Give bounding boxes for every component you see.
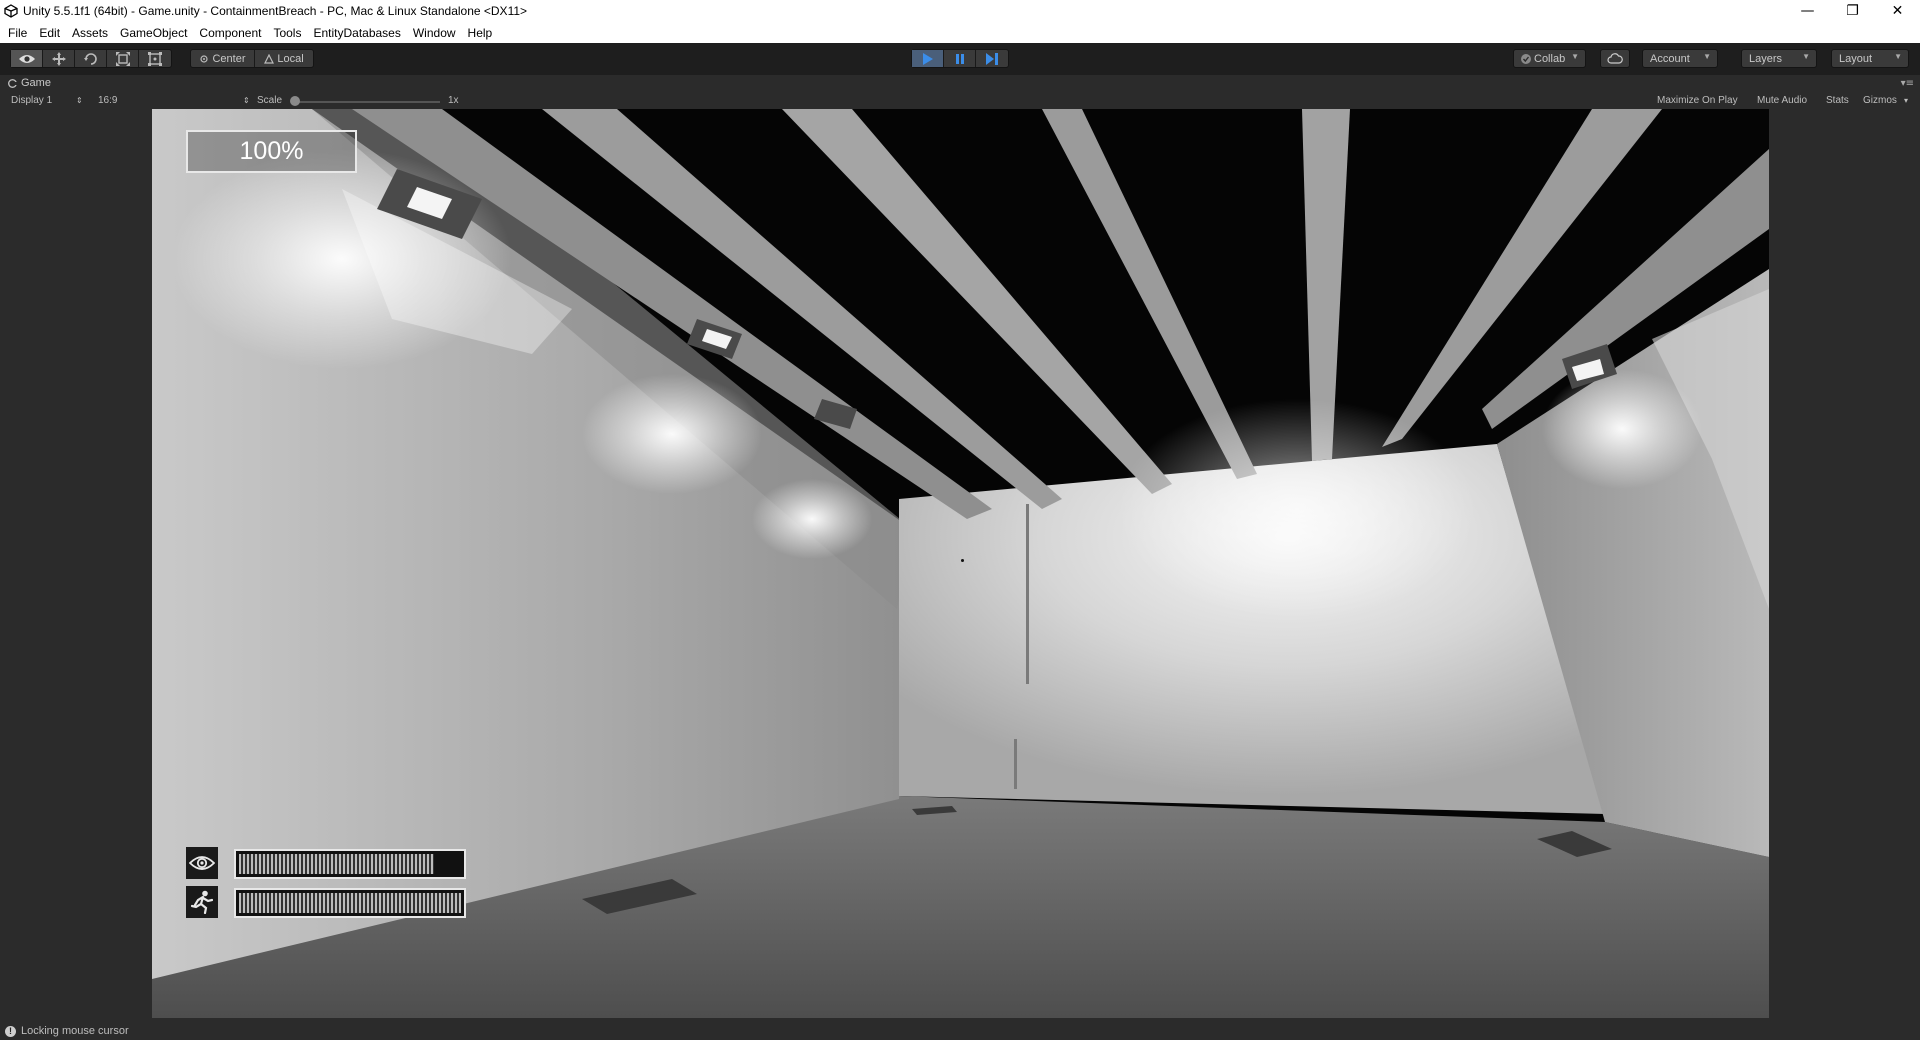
- close-button[interactable]: ✕: [1875, 0, 1920, 22]
- tab-game[interactable]: Game: [8, 77, 51, 89]
- maximize-on-play-toggle[interactable]: Maximize On Play: [1657, 95, 1738, 106]
- blink-meter: [186, 847, 466, 879]
- menu-window[interactable]: Window: [408, 26, 463, 40]
- menu-tools[interactable]: Tools: [268, 26, 308, 40]
- pause-button[interactable]: [944, 50, 976, 67]
- pivot-local-icon: [264, 53, 275, 64]
- cloud-button[interactable]: [1600, 49, 1630, 68]
- menu-help[interactable]: Help: [463, 26, 500, 40]
- scale-slider-handle[interactable]: [290, 96, 300, 106]
- restore-button[interactable]: ❐: [1830, 0, 1875, 22]
- aspect-dropdown[interactable]: 16:9: [98, 95, 117, 106]
- display-dropdown-arrow-icon: ⇕: [76, 96, 83, 105]
- transform-tools: [10, 49, 172, 68]
- status-bar: ! Locking mouse cursor: [0, 1022, 1920, 1040]
- crosshair: [961, 559, 964, 562]
- stats-toggle[interactable]: Stats: [1826, 95, 1849, 106]
- step-button[interactable]: [976, 50, 1008, 67]
- scale-label: Scale: [257, 95, 283, 106]
- blink-meter-bar: [234, 849, 466, 879]
- eye-icon: [18, 54, 35, 63]
- layers-label: Layers: [1749, 52, 1783, 65]
- chevron-down-icon: ▼: [1571, 52, 1579, 61]
- rect-transform-icon: [148, 51, 162, 66]
- pivot-center-icon: [200, 54, 209, 63]
- cloud-icon: [1607, 53, 1623, 64]
- play-button[interactable]: [912, 50, 944, 67]
- play-controls: [911, 49, 1009, 68]
- layout-dropdown[interactable]: Layout ▼: [1831, 49, 1909, 68]
- game-view-controls: Display 1 ⇕ 16:9 ⇕ Scale 1x Maximize On …: [0, 93, 1920, 109]
- pivot-center-label: Center: [212, 52, 246, 65]
- eye-icon: [186, 847, 218, 879]
- blink-meter-fill: [239, 854, 435, 874]
- rect-tool-button[interactable]: [139, 50, 171, 67]
- move-arrows-icon: [51, 51, 66, 66]
- stamina-meter-fill: [239, 893, 461, 913]
- scale-slider-track[interactable]: [292, 101, 440, 103]
- chevron-down-icon: ▼: [1703, 52, 1711, 61]
- pause-icon: [955, 53, 964, 64]
- pivot-center-button[interactable]: Center: [191, 50, 255, 67]
- menu-file[interactable]: File: [3, 26, 34, 40]
- game-tab-bar: Game ▾≡: [0, 75, 1920, 93]
- title-bar: Unity 5.5.1f1 (64bit) - Game.unity - Con…: [0, 0, 1920, 22]
- scale-tool-button[interactable]: [107, 50, 139, 67]
- pivot-local-label: Local: [277, 52, 304, 65]
- gizmos-chevron-icon: ▾: [1904, 96, 1909, 105]
- layers-dropdown[interactable]: Layers ▼: [1741, 49, 1817, 68]
- menu-gameobject[interactable]: GameObject: [115, 26, 194, 40]
- menu-bar: File Edit Assets GameObject Component To…: [0, 22, 1920, 43]
- stamina-meter-bar: [234, 888, 466, 918]
- gizmos-dropdown[interactable]: Gizmos: [1863, 95, 1897, 106]
- stamina-meter: [186, 886, 466, 918]
- account-dropdown[interactable]: Account ▼: [1642, 49, 1718, 68]
- rotate-tool-button[interactable]: [75, 50, 107, 67]
- scale-value: 1x: [448, 95, 459, 106]
- pivot-controls: Center Local: [190, 49, 314, 68]
- main-toolbar: Center Local Collab ▼ Account ▼ Layers ▼…: [0, 43, 1920, 75]
- health-percent-display: 100%: [186, 130, 357, 173]
- aspect-dropdown-arrow-icon: ⇕: [243, 96, 250, 105]
- game-viewport[interactable]: 100%: [152, 109, 1769, 1018]
- menu-edit[interactable]: Edit: [34, 26, 67, 40]
- menu-assets[interactable]: Assets: [67, 26, 115, 40]
- collab-label: Collab: [1534, 52, 1566, 65]
- step-icon: [986, 52, 998, 65]
- scale-icon: [115, 51, 130, 66]
- game-scene-render: [152, 109, 1769, 1018]
- menu-component[interactable]: Component: [194, 26, 268, 40]
- pivot-local-button[interactable]: Local: [255, 50, 313, 67]
- window-title: Unity 5.5.1f1 (64bit) - Game.unity - Con…: [23, 4, 528, 18]
- menu-entitydatabases[interactable]: EntityDatabases: [308, 26, 407, 40]
- game-controller-icon: [8, 78, 17, 88]
- mute-audio-toggle[interactable]: Mute Audio: [1757, 95, 1807, 106]
- checkmark-icon: [1521, 53, 1531, 64]
- unity-logo-icon: [4, 4, 18, 18]
- account-label: Account: [1650, 52, 1690, 65]
- layout-label: Layout: [1839, 52, 1873, 65]
- move-tool-button[interactable]: [43, 50, 75, 67]
- display-dropdown[interactable]: Display 1: [11, 95, 52, 106]
- minimize-button[interactable]: —: [1785, 0, 1830, 22]
- chevron-down-icon: ▼: [1802, 52, 1810, 61]
- info-icon: !: [5, 1025, 16, 1037]
- view-tool-button[interactable]: [11, 50, 43, 67]
- status-message[interactable]: Locking mouse cursor: [21, 1025, 129, 1037]
- running-man-icon: [186, 886, 218, 918]
- tab-game-label: Game: [21, 77, 51, 89]
- panel-menu-icon[interactable]: ▾≡: [1901, 78, 1914, 89]
- collab-dropdown[interactable]: Collab ▼: [1513, 49, 1586, 68]
- chevron-down-icon: ▼: [1894, 52, 1902, 61]
- window-controls: — ❐ ✕: [1785, 0, 1920, 22]
- rotate-icon: [83, 52, 97, 65]
- play-icon: [922, 52, 933, 65]
